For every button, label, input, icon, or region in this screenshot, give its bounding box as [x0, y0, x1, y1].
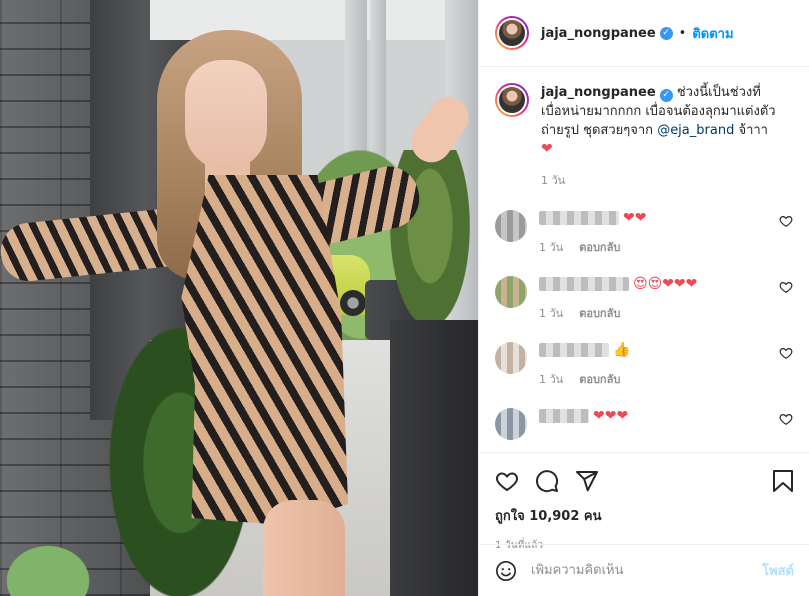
- woman-figure: [0, 0, 478, 596]
- post-sidebar: jaja_nongpanee ✓ • ติดตาม jaja_nongpanee…: [478, 0, 809, 596]
- comment-body: ❤❤❤: [539, 406, 793, 426]
- action-icons: [495, 461, 794, 501]
- caption-age[interactable]: 1 วัน: [541, 171, 776, 190]
- comment-input[interactable]: [531, 563, 763, 578]
- heart-icon[interactable]: [779, 214, 793, 228]
- comment-age[interactable]: 1 วัน: [539, 238, 563, 256]
- comment-emoji: ❤❤❤: [593, 408, 629, 424]
- post-actions: ถูกใจ 10,902 คน 1 วันที่แล้ว: [479, 452, 809, 553]
- leg: [263, 500, 345, 596]
- add-comment-bar: โพสต์: [479, 544, 809, 596]
- blurred-username: [539, 277, 629, 291]
- likes-count[interactable]: ถูกใจ 10,902 คน: [495, 505, 794, 526]
- commenter-avatar[interactable]: [495, 276, 527, 308]
- share-button[interactable]: [575, 461, 615, 501]
- comment-body: 👍 1 วัน ตอบกลับ: [539, 340, 793, 388]
- caption-text-end: จ้าาา: [734, 123, 768, 138]
- post-caption: jaja_nongpanee ✓ ช่วงนี้เป็นช่วงที่เบื่อห…: [495, 83, 793, 190]
- bookmark-icon: [773, 470, 793, 492]
- verified-badge-icon: ✓: [659, 26, 673, 40]
- blurred-username: [539, 343, 609, 357]
- caption-body: jaja_nongpanee ✓ ช่วงนี้เป็นช่วงที่เบื่อห…: [541, 83, 776, 190]
- post-comment-button[interactable]: โพสต์: [762, 560, 794, 581]
- comment-emoji: ❤❤: [623, 210, 647, 226]
- comment-button[interactable]: [535, 461, 575, 501]
- comment-age[interactable]: 1 วัน: [539, 370, 563, 388]
- comment-text: ❤❤❤: [539, 406, 793, 426]
- instagram-post-modal: jaja_nongpanee ✓ • ติดตาม jaja_nongpanee…: [0, 0, 809, 596]
- reply-button[interactable]: ตอบกลับ: [579, 238, 620, 256]
- comment-meta: 1 วัน ตอบกลับ: [539, 238, 793, 256]
- face: [185, 60, 267, 170]
- like-button[interactable]: [495, 461, 535, 501]
- comment-icon: [536, 470, 559, 493]
- reply-button[interactable]: ตอบกลับ: [579, 304, 620, 322]
- comment-body: ❤❤ 1 วัน ตอบกลับ: [539, 208, 793, 256]
- commenter-avatar[interactable]: [495, 408, 527, 440]
- caption-paragraph: jaja_nongpanee ✓ ช่วงนี้เป็นช่วงที่เบื่อห…: [541, 83, 776, 159]
- commenter-avatar[interactable]: [495, 210, 527, 242]
- comment-text: 😍😍❤❤❤: [539, 274, 793, 294]
- verified-badge-icon: ✓: [659, 89, 673, 102]
- comment-item: 😍😍❤❤❤ 1 วัน ตอบกลับ: [495, 274, 793, 322]
- reply-button[interactable]: ตอบกลับ: [579, 370, 620, 388]
- comment-text: ❤❤: [539, 208, 793, 228]
- separator-dot: •: [678, 25, 687, 41]
- heart-icon: [496, 472, 518, 492]
- comment-emoji: 😍😍❤❤❤: [633, 276, 698, 292]
- post-photo[interactable]: [0, 0, 478, 596]
- comment-meta: 1 วัน ตอบกลับ: [539, 304, 793, 322]
- author-username[interactable]: jaja_nongpanee: [541, 26, 656, 41]
- heart-icon[interactable]: [779, 412, 793, 426]
- comment-age[interactable]: 1 วัน: [539, 304, 563, 322]
- caption-username[interactable]: jaja_nongpanee: [541, 85, 656, 100]
- blurred-username: [539, 211, 619, 225]
- comment-item: ❤❤ 1 วัน ตอบกลับ: [495, 208, 793, 256]
- commenter-avatar[interactable]: [495, 342, 527, 374]
- comment-emoji: 👍: [613, 342, 631, 358]
- comment-text: 👍: [539, 340, 793, 360]
- caption-avatar[interactable]: [495, 83, 529, 117]
- share-icon: [576, 471, 598, 492]
- brand-mention-link[interactable]: @eja_brand: [657, 123, 734, 138]
- comment-item: ❤❤❤: [495, 406, 793, 440]
- blurred-username: [539, 409, 589, 423]
- comment-meta: 1 วัน ตอบกลับ: [539, 370, 793, 388]
- zebra-dress: [181, 175, 348, 525]
- comment-item: 👍 1 วัน ตอบกลับ: [495, 340, 793, 388]
- heart-icon[interactable]: [779, 346, 793, 360]
- save-button[interactable]: [754, 461, 794, 501]
- emoji-icon[interactable]: [495, 560, 517, 582]
- comment-body: 😍😍❤❤❤ 1 วัน ตอบกลับ: [539, 274, 793, 322]
- comments-list[interactable]: jaja_nongpanee ✓ ช่วงนี้เป็นช่วงที่เบื่อห…: [479, 67, 809, 452]
- caption-heart-emoji: ❤: [541, 141, 553, 157]
- post-header: jaja_nongpanee ✓ • ติดตาม: [479, 0, 809, 67]
- author-avatar[interactable]: [495, 16, 529, 50]
- follow-button[interactable]: ติดตาม: [692, 23, 733, 44]
- forearm: [403, 89, 477, 171]
- heart-icon[interactable]: [779, 280, 793, 294]
